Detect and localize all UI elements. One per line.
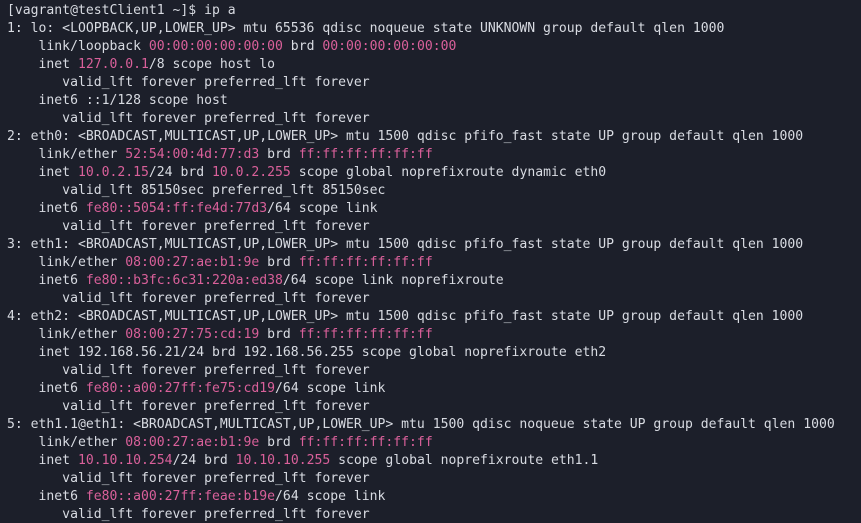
output-text: inet (7, 165, 78, 180)
output-line: valid_lft forever preferred_lft forever (7, 470, 861, 488)
output-text: inet6 ::1/128 scope host (7, 93, 228, 108)
address-value: 10.10.10.255 (235, 453, 331, 468)
address-value: 10.0.2.15 (77, 165, 149, 180)
output-text: valid_lft forever preferred_lft forever (7, 111, 370, 126)
output-line: 5: eth1.1@eth1: <BROADCAST,MULTICAST,UP,… (7, 416, 861, 434)
output-text: inet 192.168.56.21/24 brd 192.168.56.255… (7, 345, 607, 360)
output-text: 3: eth1: <BROADCAST,MULTICAST,UP,LOWER_U… (7, 237, 804, 252)
output-text: /64 scope link (275, 489, 386, 504)
address-value: ff:ff:ff:ff:ff:ff (298, 435, 433, 450)
address-value: fe80::5054:ff:fe4d:77d3 (85, 201, 268, 216)
output-line: link/ether 08:00:27:ae:b1:9e brd ff:ff:f… (7, 254, 861, 272)
output-text: link/ether (7, 435, 126, 450)
address-value: ff:ff:ff:ff:ff:ff (298, 327, 433, 342)
output-text: /8 scope host lo (148, 57, 276, 72)
address-value: 08:00:27:ae:b1:9e (125, 435, 260, 450)
output-text: inet6 (7, 489, 86, 504)
output-line: inet6 fe80::5054:ff:fe4d:77d3/64 scope l… (7, 200, 861, 218)
output-line: link/ether 52:54:00:4d:77:d3 brd ff:ff:f… (7, 146, 861, 164)
output-text: brd (282, 39, 323, 54)
output-text: inet6 (7, 381, 86, 396)
output-text: /24 brd (148, 165, 212, 180)
output-line: 4: eth2: <BROADCAST,MULTICAST,UP,LOWER_U… (7, 308, 861, 326)
output-line: inet 10.0.2.15/24 brd 10.0.2.255 scope g… (7, 164, 861, 182)
output-text: valid_lft forever preferred_lft forever (7, 363, 370, 378)
output-line: inet 192.168.56.21/24 brd 192.168.56.255… (7, 344, 861, 362)
output-line: inet6 ::1/128 scope host (7, 92, 861, 110)
output-line: valid_lft forever preferred_lft forever (7, 218, 861, 236)
output-text: link/loopback (7, 39, 149, 54)
output-line: valid_lft forever preferred_lft forever (7, 362, 861, 380)
output-line: link/ether 08:00:27:75:cd:19 brd ff:ff:f… (7, 326, 861, 344)
output-text: link/ether (7, 255, 126, 270)
output-line: valid_lft forever preferred_lft forever (7, 110, 861, 128)
output-text: brd (259, 435, 299, 450)
output-line: inet 127.0.0.1/8 scope host lo (7, 56, 861, 74)
address-value: fe80::a00:27ff:feae:b19e (85, 489, 276, 504)
output-text: [vagrant@testClient1 ~]$ ip a (7, 3, 236, 18)
address-value: fe80::b3fc:6c31:220a:ed38 (85, 273, 283, 288)
output-text: inet6 (7, 201, 86, 216)
output-text: valid_lft forever preferred_lft forever (7, 399, 370, 414)
output-line: valid_lft forever preferred_lft forever (7, 74, 861, 92)
address-value: 10.0.2.255 (211, 165, 291, 180)
output-text: scope global noprefixroute dynamic eth0 (290, 165, 607, 180)
output-text: 2: eth0: <BROADCAST,MULTICAST,UP,LOWER_U… (7, 129, 804, 144)
output-text: /64 scope link (275, 381, 386, 396)
output-text: 4: eth2: <BROADCAST,MULTICAST,UP,LOWER_U… (7, 309, 804, 324)
output-text: /64 scope link (267, 201, 378, 216)
address-value: 00:00:00:00:00:00 (148, 39, 283, 54)
output-text: inet (7, 57, 78, 72)
output-line: 2: eth0: <BROADCAST,MULTICAST,UP,LOWER_U… (7, 128, 861, 146)
output-line: inet 10.10.10.254/24 brd 10.10.10.255 sc… (7, 452, 861, 470)
output-text: brd (259, 327, 299, 342)
address-value: 08:00:27:75:cd:19 (125, 327, 260, 342)
output-line: inet6 fe80::a00:27ff:feae:b19e/64 scope … (7, 488, 861, 506)
output-line: valid_lft forever preferred_lft forever (7, 398, 861, 416)
output-line: 1: lo: <LOOPBACK,UP,LOWER_UP> mtu 65536 … (7, 20, 861, 38)
output-line: link/ether 08:00:27:ae:b1:9e brd ff:ff:f… (7, 434, 861, 452)
output-text: 5: eth1.1@eth1: <BROADCAST,MULTICAST,UP,… (7, 417, 835, 432)
address-value: ff:ff:ff:ff:ff:ff (298, 147, 433, 162)
output-text: /24 brd (172, 453, 236, 468)
output-line: valid_lft 85150sec preferred_lft 85150se… (7, 182, 861, 200)
output-line: 3: eth1: <BROADCAST,MULTICAST,UP,LOWER_U… (7, 236, 861, 254)
output-line: inet6 fe80::b3fc:6c31:220a:ed38/64 scope… (7, 272, 861, 290)
output-text: brd (259, 147, 299, 162)
output-text: inet (7, 453, 78, 468)
output-text: scope global noprefixroute eth1.1 (330, 453, 599, 468)
output-text: valid_lft forever preferred_lft forever (7, 471, 370, 486)
terminal-output[interactable]: [vagrant@testClient1 ~]$ ip a 1: lo: <LOO… (0, 0, 861, 523)
output-line: link/loopback 00:00:00:00:00:00 brd 00:0… (7, 38, 861, 56)
output-text: valid_lft forever preferred_lft forever (7, 219, 370, 234)
output-line: valid_lft forever preferred_lft forever (7, 506, 861, 523)
address-value: 10.10.10.254 (77, 453, 173, 468)
output-text: link/ether (7, 147, 126, 162)
output-line: valid_lft forever preferred_lft forever (7, 290, 861, 308)
output-text: /64 scope link noprefixroute (282, 273, 504, 288)
output-line: inet6 fe80::a00:27ff:fe75:cd19/64 scope … (7, 380, 861, 398)
output-text: valid_lft forever preferred_lft forever (7, 75, 370, 90)
output-text: 1: lo: <LOOPBACK,UP,LOWER_UP> mtu 65536 … (7, 21, 725, 36)
output-text: valid_lft forever preferred_lft forever (7, 291, 370, 306)
output-text: inet6 (7, 273, 86, 288)
output-text: valid_lft forever preferred_lft forever (7, 507, 370, 522)
output-text: valid_lft 85150sec preferred_lft 85150se… (7, 183, 386, 198)
address-value: fe80::a00:27ff:fe75:cd19 (85, 381, 276, 396)
address-value: 52:54:00:4d:77:d3 (125, 147, 260, 162)
prompt-line: [vagrant@testClient1 ~]$ ip a (7, 2, 861, 20)
address-value: 127.0.0.1 (77, 57, 149, 72)
output-text: link/ether (7, 327, 126, 342)
address-value: ff:ff:ff:ff:ff:ff (298, 255, 433, 270)
address-value: 08:00:27:ae:b1:9e (125, 255, 260, 270)
output-text: brd (259, 255, 299, 270)
address-value: 00:00:00:00:00:00 (322, 39, 457, 54)
